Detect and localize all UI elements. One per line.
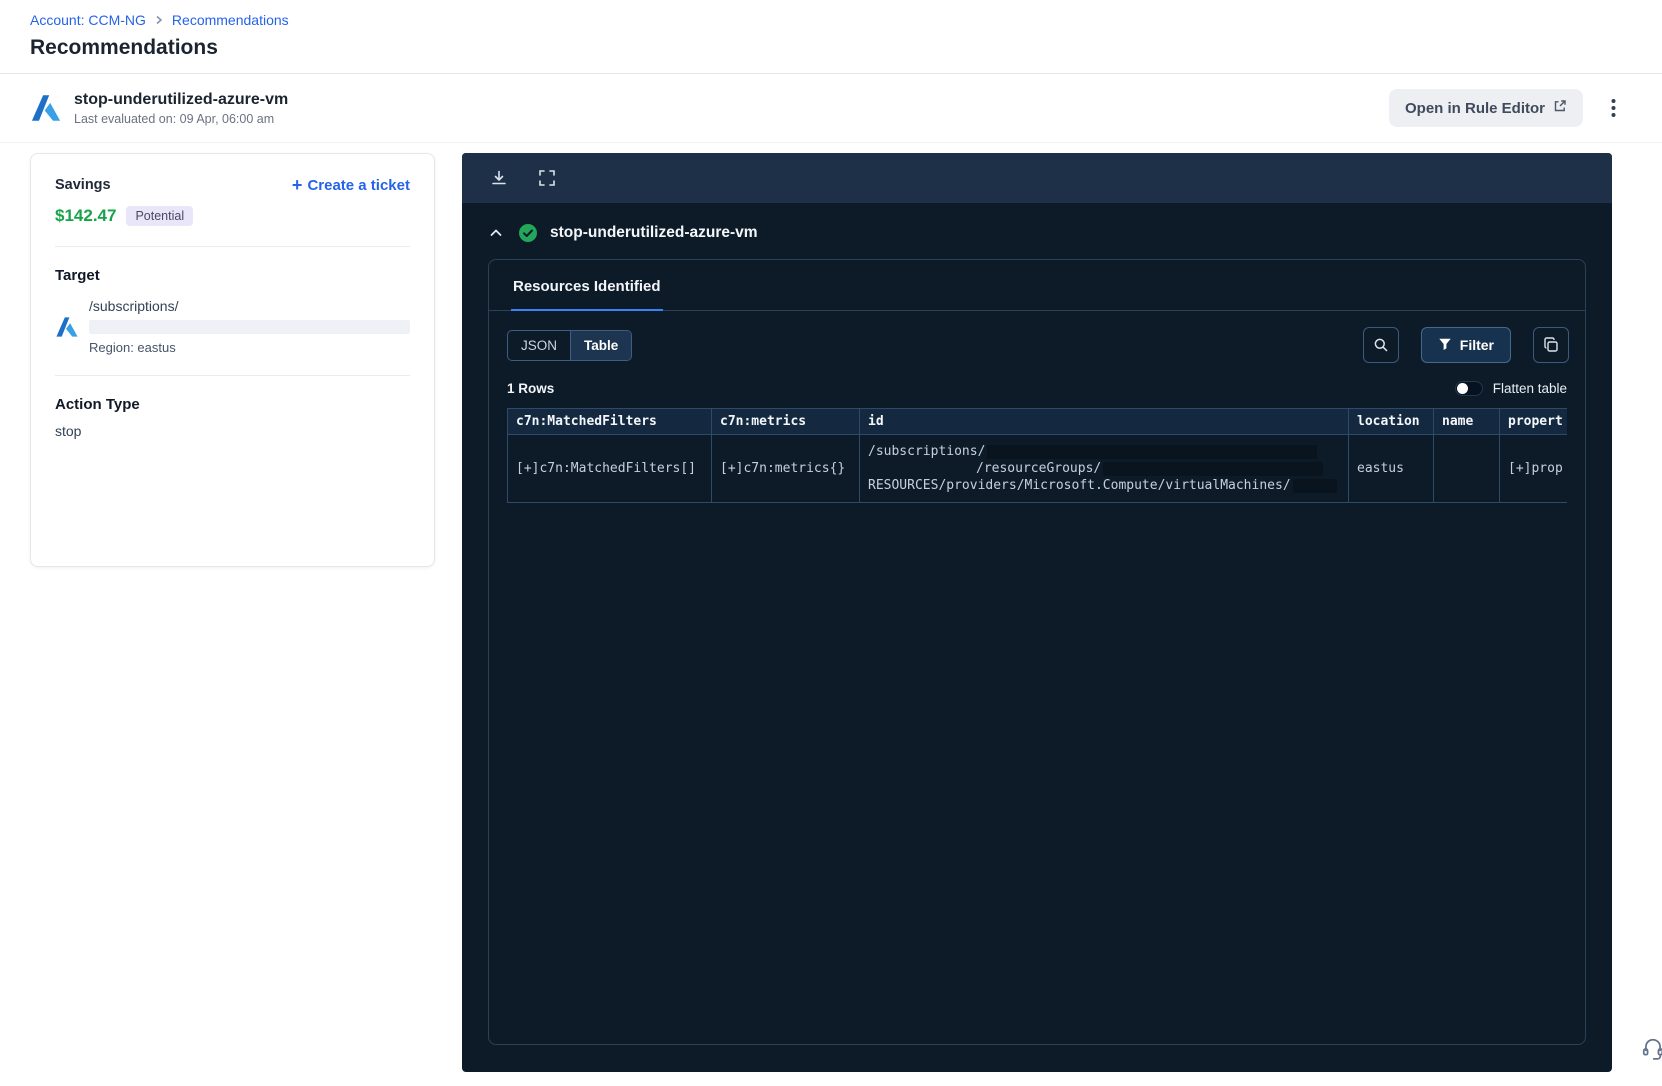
- tabs-row: Resources Identified: [489, 260, 1585, 311]
- column-header-name: name: [1433, 408, 1500, 435]
- fullscreen-button[interactable]: [534, 165, 560, 191]
- plus-icon: +: [291, 175, 303, 195]
- results-table: c7n:MatchedFilters c7n:metrics id locati…: [507, 408, 1567, 503]
- breadcrumb-account-link[interactable]: Account: CCM-NG: [30, 12, 146, 28]
- column-header-metrics: c7n:metrics: [711, 408, 860, 435]
- card-divider: [55, 375, 410, 376]
- more-options-kebab-button[interactable]: [1605, 94, 1622, 122]
- copy-button[interactable]: [1533, 327, 1569, 363]
- column-header-location: location: [1348, 408, 1434, 435]
- savings-label: Savings: [55, 177, 111, 193]
- funnel-icon: [1438, 337, 1452, 354]
- cell-location: eastus: [1348, 434, 1434, 503]
- view-mode-json-button[interactable]: JSON: [508, 331, 570, 360]
- viewer-rule-title: stop-underutilized-azure-vm: [550, 224, 758, 241]
- cell-properties-expander[interactable]: [+]prop: [1499, 434, 1567, 503]
- viewer-toolbar: [462, 153, 1612, 203]
- rule-name: stop-underutilized-azure-vm: [74, 90, 289, 108]
- target-path: /subscriptions/: [89, 298, 179, 314]
- cell-name: [1433, 434, 1500, 503]
- filter-button[interactable]: Filter: [1420, 327, 1511, 363]
- view-mode-table-button[interactable]: Table: [570, 330, 632, 360]
- target-row: /subscriptions/ Region: eastus: [55, 298, 410, 355]
- breadcrumb-current-link[interactable]: Recommendations: [172, 12, 289, 28]
- viewer-rule-row: stop-underutilized-azure-vm: [462, 203, 1612, 243]
- open-in-rule-editor-label: Open in Rule Editor: [1404, 99, 1545, 117]
- resources-viewer-panel: stop-underutilized-azure-vm Resources Id…: [462, 153, 1612, 1072]
- summary-card: Savings + Create a ticket $142.47 Potent…: [30, 153, 435, 567]
- results-panel: Resources Identified JSON Table Filter 1…: [488, 259, 1586, 1045]
- rule-header: stop-underutilized-azure-vm Last evaluat…: [0, 74, 1662, 143]
- azure-icon: [30, 92, 62, 124]
- table-header-row: c7n:MatchedFilters c7n:metrics id locati…: [507, 408, 1567, 435]
- view-mode-segmented-control: JSON Table: [507, 329, 633, 361]
- redacted-value: [987, 444, 1318, 459]
- controls-row: JSON Table Filter: [489, 311, 1585, 363]
- column-header-id: id: [859, 408, 1349, 435]
- target-region: Region: eastus: [89, 340, 176, 355]
- table-row: [+]c7n:MatchedFilters[] [+]c7n:metrics{}…: [507, 434, 1567, 503]
- search-button[interactable]: [1362, 327, 1399, 363]
- cell-matched-filters-expander[interactable]: [+]c7n:MatchedFilters[]: [507, 434, 712, 503]
- collapse-chevron-button[interactable]: [486, 223, 506, 243]
- rows-row: 1 Rows Flatten table: [489, 363, 1585, 396]
- flatten-control: Flatten table: [1454, 381, 1567, 396]
- redacted-value: [1292, 478, 1337, 493]
- topbar: Account: CCM-NG Recommendations Recommen…: [0, 0, 1662, 60]
- create-ticket-label: Create a ticket: [307, 176, 410, 194]
- open-in-rule-editor-button[interactable]: Open in Rule Editor: [1388, 89, 1583, 127]
- action-type-value: stop: [55, 423, 82, 439]
- external-link-icon: [1553, 99, 1567, 117]
- action-type-label: Action Type: [55, 396, 140, 413]
- redacted-value: [1103, 461, 1324, 476]
- breadcrumb: Account: CCM-NG Recommendations: [30, 12, 1630, 28]
- tab-resources-identified[interactable]: Resources Identified: [511, 260, 663, 311]
- create-ticket-link[interactable]: + Create a ticket: [292, 176, 410, 194]
- cell-id: /subscriptions/ /resourceGroups/ RESOURC…: [859, 434, 1349, 503]
- support-chat-icon[interactable]: [1640, 1035, 1662, 1064]
- rule-header-text: stop-underutilized-azure-vm Last evaluat…: [74, 91, 288, 126]
- flatten-table-toggle[interactable]: [1454, 381, 1483, 396]
- target-label: Target: [55, 267, 100, 284]
- download-button[interactable]: [486, 165, 512, 191]
- column-header-matched-filters: c7n:MatchedFilters: [507, 408, 712, 435]
- rows-count: 1 Rows: [507, 381, 555, 396]
- cell-metrics-expander[interactable]: [+]c7n:metrics{}: [711, 434, 860, 503]
- savings-amount: $142.47: [55, 206, 117, 225]
- page-title: Recommendations: [30, 36, 218, 59]
- potential-badge: Potential: [126, 206, 194, 226]
- redacted-value: [89, 320, 410, 334]
- chevron-right-icon: [154, 15, 164, 25]
- card-divider: [55, 246, 410, 247]
- results-table-wrap[interactable]: c7n:MatchedFilters c7n:metrics id locati…: [507, 408, 1567, 503]
- rule-last-evaluated: Last evaluated on: 09 Apr, 06:00 am: [74, 111, 275, 126]
- success-check-icon: [518, 223, 538, 243]
- flatten-table-label: Flatten table: [1492, 381, 1567, 396]
- column-header-properties: propert: [1499, 408, 1567, 435]
- filter-label: Filter: [1459, 337, 1494, 353]
- content: Savings + Create a ticket $142.47 Potent…: [0, 143, 1662, 1072]
- azure-icon: [55, 315, 79, 339]
